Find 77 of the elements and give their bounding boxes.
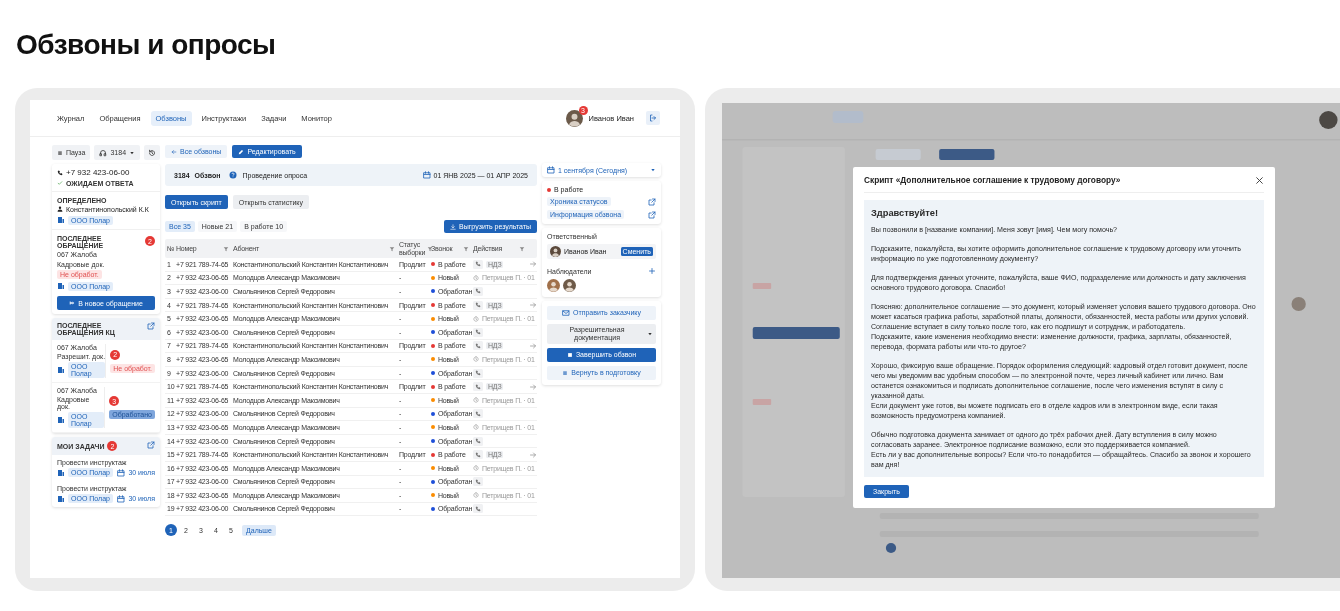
- call-button[interactable]: [473, 300, 483, 310]
- external-link-icon[interactable]: [147, 441, 155, 449]
- person-icon: [57, 206, 63, 212]
- filter-icon[interactable]: [223, 245, 229, 252]
- history-button[interactable]: [144, 145, 161, 160]
- script-greeting: Здравствуйте!: [871, 208, 939, 218]
- filter-icon[interactable]: [519, 245, 525, 252]
- filter-icon[interactable]: [389, 245, 395, 252]
- building-icon: [57, 494, 65, 503]
- page-title: Обзвоны и опросы: [15, 28, 277, 62]
- building-icon: [57, 216, 65, 224]
- phone-icon: [475, 302, 481, 309]
- phone-icon: [475, 506, 481, 512]
- close-icon[interactable]: [1255, 175, 1264, 185]
- phone-icon: [475, 261, 481, 268]
- phone-icon: [475, 383, 481, 390]
- caret-icon: [129, 149, 136, 156]
- help-icon: [229, 171, 238, 179]
- caret-icon: [647, 331, 653, 338]
- calendar-icon: [117, 468, 126, 477]
- clock-icon: [473, 465, 479, 472]
- phone-icon: [475, 438, 481, 444]
- call-button[interactable]: [473, 450, 483, 460]
- call-button[interactable]: [473, 341, 483, 351]
- avatar[interactable]: [565, 109, 583, 127]
- call-button[interactable]: [473, 409, 483, 419]
- external-link-icon[interactable]: [648, 197, 656, 206]
- call-button[interactable]: [473, 504, 483, 514]
- call-button[interactable]: [473, 368, 483, 378]
- mail-icon: [562, 309, 570, 317]
- phone-icon: [475, 370, 481, 377]
- phone-icon: [475, 329, 481, 336]
- pencil-icon: [238, 148, 245, 155]
- call-button[interactable]: [473, 477, 483, 487]
- avatar: [547, 279, 560, 292]
- clock-icon: [473, 315, 479, 322]
- call-button[interactable]: [473, 382, 483, 392]
- external-link-icon[interactable]: [147, 322, 155, 330]
- external-link-icon[interactable]: [648, 210, 656, 219]
- caret-icon: [650, 167, 656, 173]
- arrow-left-icon: [171, 148, 177, 155]
- phone-icon: [475, 288, 481, 295]
- calendar-icon: [117, 494, 126, 503]
- clock-icon: [473, 492, 479, 499]
- headset-icon: [99, 148, 108, 157]
- call-button[interactable]: [473, 327, 483, 337]
- clock-icon: [473, 424, 479, 431]
- plus-icon[interactable]: [648, 267, 656, 275]
- phone-icon: [475, 451, 481, 458]
- avatar: [550, 246, 561, 257]
- phone-icon: [57, 169, 63, 176]
- clock-icon: [473, 274, 479, 281]
- building-icon: [57, 416, 65, 424]
- avatar: [563, 279, 576, 292]
- history-icon: [148, 148, 157, 157]
- download-icon: [450, 223, 457, 230]
- call-button[interactable]: [473, 259, 483, 269]
- caller-phone: +7 932 423-06-00: [66, 168, 130, 177]
- check-icon: [57, 180, 63, 186]
- phone-icon: [475, 410, 481, 417]
- calendar-icon: [422, 171, 431, 179]
- filter-icon[interactable]: [463, 245, 469, 252]
- clock-icon: [473, 356, 479, 363]
- logout-button[interactable]: [646, 111, 660, 125]
- fast-forward-icon: [69, 300, 76, 306]
- stop-icon: [566, 352, 573, 359]
- calendar-icon: [547, 166, 555, 174]
- building-icon: [57, 366, 65, 374]
- clock-icon: [473, 397, 479, 404]
- call-button[interactable]: [473, 436, 483, 446]
- logout-icon: [649, 114, 657, 122]
- building-icon: [57, 282, 65, 290]
- building-icon: [57, 468, 65, 477]
- phone-icon: [475, 478, 481, 485]
- call-button[interactable]: [473, 287, 483, 296]
- dialog-title: Скрипт «Дополнительное соглашение к трудовому договору»: [864, 175, 1121, 185]
- phone-icon: [475, 342, 481, 349]
